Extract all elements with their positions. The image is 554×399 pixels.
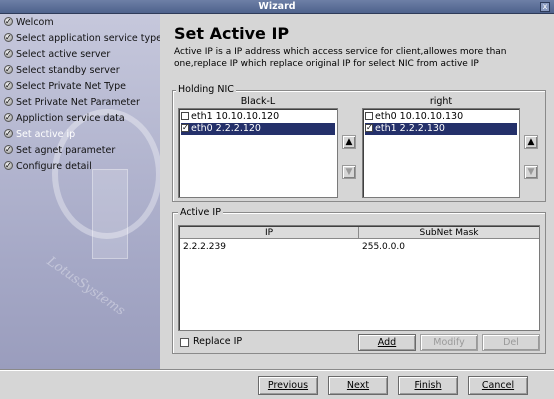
step-done-icon [4,111,13,125]
left-move-up-button[interactable]: ▲ [342,135,356,149]
right-nic-list[interactable]: eth0 10.10.10.130 eth1 2.2.2.130 [362,108,520,198]
page-title: Set Active IP [174,24,290,43]
arrow-down-icon: ▼ [527,167,535,177]
right-move-up-button[interactable]: ▲ [524,135,538,149]
previous-button[interactable]: Previous [258,376,318,395]
step-pending-icon [4,143,13,157]
left-nic-item-selected[interactable]: eth0 2.2.2.120 [181,122,335,135]
step-done-icon [4,63,13,77]
nic-checkbox[interactable] [181,112,189,120]
step-done-icon [4,31,13,45]
wizard-steps-sidebar: LotusSystems Welcom Select application s… [0,14,160,369]
wizard-step-set-active-ip: Set active ip [4,127,75,142]
step-done-icon [4,79,13,93]
step-done-icon [4,15,13,29]
column-header-ip[interactable]: IP [180,227,359,239]
wizard-step-agent-param: Set agnet parameter [4,143,115,158]
left-move-down-button[interactable]: ▼ [342,165,356,179]
wizard-step-private-net-type: Select Private Net Type [4,79,126,94]
step-pending-icon [4,159,13,173]
right-nic-item[interactable]: eth0 10.10.10.130 [365,111,517,123]
arrow-down-icon: ▼ [345,167,353,177]
delete-button[interactable]: Del [482,334,540,351]
nic-checkbox-checked[interactable] [181,122,189,134]
sidebar-watermark-server-icon [92,169,128,259]
window-titlebar: Wizard x [0,0,554,14]
wizard-step-standby-server: Select standby server [4,63,120,78]
wizard-step-active-server: Select active server [4,47,110,62]
step-done-icon [4,95,13,109]
window-title: Wizard [258,1,296,12]
table-cell-subnet-mask[interactable]: 255.0.0.0 [359,241,539,253]
nic-checkbox[interactable] [365,112,373,120]
next-button[interactable]: Next [328,376,388,395]
wizard-step-app-service-data: Appliction service data [4,111,125,126]
arrow-up-icon: ▲ [527,137,535,147]
active-ip-label: Active IP [178,207,223,218]
left-nic-list[interactable]: eth1 10.10.10.120 eth0 2.2.2.120 [178,108,338,198]
active-ip-table[interactable]: IP SubNet Mask 2.2.2.239 255.0.0.0 [178,225,540,331]
arrow-up-icon: ▲ [345,137,353,147]
nic-checkbox-checked[interactable] [365,122,373,134]
table-cell-ip[interactable]: 2.2.2.239 [180,241,359,253]
wizard-step-private-net-param: Set Private Net Parameter [4,95,140,110]
right-move-down-button[interactable]: ▼ [524,165,538,179]
right-nic-item-selected[interactable]: eth1 2.2.2.130 [365,122,517,135]
page-description: Active IP is a IP address which access s… [174,47,507,69]
replace-ip-checkbox[interactable] [180,338,189,347]
cancel-button[interactable]: Cancel [468,376,528,395]
step-done-icon [4,47,13,61]
replace-ip-label: Replace IP [193,336,243,347]
window-close-icon[interactable]: x [540,2,550,12]
add-button[interactable]: Add [358,334,416,351]
finish-button[interactable]: Finish [398,376,458,395]
modify-button[interactable]: Modify [420,334,478,351]
wizard-step-welcome: Welcom [4,15,54,30]
wizard-step-configure-detail: Configure detail [4,159,92,174]
left-server-header: Black-L [240,96,276,107]
holding-nic-label: Holding NIC [176,84,236,95]
right-server-header: right [429,96,453,107]
column-header-subnet-mask[interactable]: SubNet Mask [359,227,539,239]
wizard-step-service-type: Select application service type [4,31,160,46]
sidebar-watermark-text: LotusSystems [43,254,128,319]
step-current-icon [4,127,13,141]
left-nic-item[interactable]: eth1 10.10.10.120 [181,111,335,123]
